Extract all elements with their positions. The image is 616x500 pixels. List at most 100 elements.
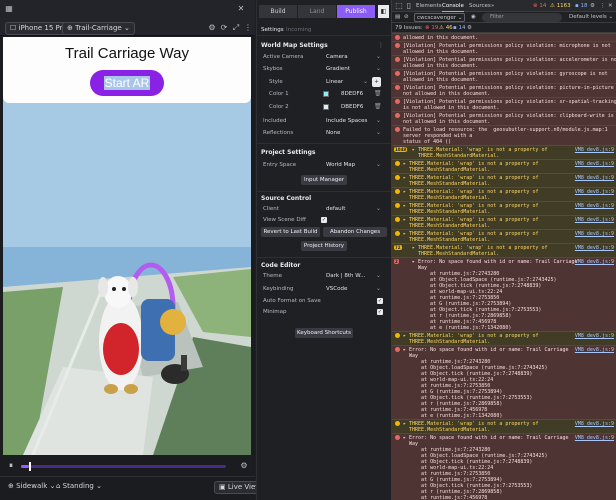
reflections-select[interactable]: None	[326, 130, 340, 136]
panel-toggle-icon[interactable]: ◧	[378, 5, 389, 18]
grid-icon[interactable]: ▦	[4, 4, 14, 14]
eye-icon[interactable]: ◉	[471, 12, 476, 23]
console-source-link[interactable]: VM8 dev8.js:9	[575, 189, 614, 195]
console-warning-message[interactable]: ▸ THREE.Material: 'wrap' is not a proper…	[392, 419, 616, 433]
console-source-link[interactable]: VM8 dev8.js:9	[575, 421, 614, 427]
tab-settings[interactable]: Settings	[261, 27, 284, 33]
console-source-link[interactable]: VM8 dev8.js:9	[575, 435, 614, 441]
settings-icon[interactable]: ⚙	[590, 0, 595, 12]
more-icon[interactable]: ⋮	[600, 0, 606, 12]
sidebar-toggle-icon[interactable]: ▤	[395, 12, 400, 23]
context-select[interactable]: cwcscavenger ⌄	[414, 13, 466, 22]
keyboard-shortcuts-button[interactable]: Keyboard Shortcuts	[295, 328, 353, 338]
entry-space-select[interactable]: World Map	[326, 162, 355, 168]
console-source-link[interactable]: VM8 dev8.js:9	[575, 245, 614, 251]
auto-format-checkbox[interactable]: ✓	[377, 298, 383, 304]
rotate-icon[interactable]: ⟳	[219, 23, 229, 33]
tab-elements[interactable]: Elements	[416, 0, 442, 12]
tab-build[interactable]: Build	[259, 5, 297, 18]
console-source-link[interactable]: VM8 dev8.js:9	[575, 231, 614, 237]
console-error-message[interactable]: [Violation] Potential permissions policy…	[392, 97, 616, 111]
info-count-badge[interactable]: ▪ 18	[575, 0, 587, 12]
console-warning-message[interactable]: ▸ THREE.Material: 'wrap' is not a proper…	[392, 201, 616, 215]
console-warning-message[interactable]: 72 ▸ THREE.Material: 'wrap' is not a prop…	[392, 243, 616, 257]
inspect-icon[interactable]: ⬚	[394, 1, 404, 11]
phone-viewport[interactable]: Trail Carriage Way Start AR	[3, 37, 251, 455]
revert-button[interactable]: Revert to Last Build	[261, 227, 320, 237]
levels-select[interactable]: Default levels ⌄	[569, 12, 613, 23]
console-warning-message[interactable]: ▸ THREE.Material: 'wrap' is not a proper…	[392, 159, 616, 173]
console-error-message[interactable]: [Violation] Potential permissions policy…	[392, 111, 616, 125]
project-history-button[interactable]: Project History	[301, 241, 347, 251]
issues-row[interactable]: 79 Issues: ⊗ 19 ⚠ 46 ▪ 14 ⚙	[392, 23, 616, 33]
console-error-message[interactable]: allowed in this document.	[392, 33, 616, 41]
close-icon[interactable]: ✕	[236, 4, 246, 14]
console-source-link[interactable]: VM8 dev8.js:9	[575, 259, 614, 265]
trash-icon[interactable]: 🗑	[374, 90, 382, 97]
console-error-message[interactable]: ▸ Error: No space found with id or name:…	[392, 433, 616, 500]
timeline-slider[interactable]	[21, 462, 226, 471]
clear-console-icon[interactable]: ⊘	[404, 12, 409, 23]
keybinding-select[interactable]: VSCode	[326, 286, 347, 292]
console-source-link[interactable]: VM8 dev8.js:9	[575, 175, 614, 181]
trash-icon[interactable]: 🗑	[374, 103, 382, 110]
console-source-link[interactable]: VM8 dev8.js:9	[575, 147, 614, 153]
start-ar-button[interactable]: Start AR	[90, 70, 164, 96]
space-select[interactable]: ⊕ Trail-Carriage ⌄	[62, 22, 135, 35]
console-warning-message[interactable]: 1048 ▸ THREE.Material: 'wrap' is not a pr…	[392, 145, 616, 159]
input-manager-button[interactable]: Input Manager	[301, 175, 347, 185]
console-source-link[interactable]: VM8 dev8.js:9	[575, 347, 614, 353]
tab-incoming[interactable]: Incoming	[286, 27, 311, 33]
settings-icon[interactable]: ⚙	[207, 23, 217, 33]
color2-swatch[interactable]	[323, 104, 329, 110]
console-warning-message[interactable]: ▸ THREE.Material: 'wrap' is not a proper…	[392, 229, 616, 243]
filter-input[interactable]: Filter	[482, 13, 562, 22]
skybox-select[interactable]: Gradient	[326, 66, 350, 72]
expand-icon[interactable]: ⤢	[231, 23, 241, 33]
close-icon[interactable]: ✕	[608, 0, 613, 12]
standing-select[interactable]: ⌂ Standing ⌄	[52, 481, 106, 494]
tab-publish[interactable]: Publish	[337, 5, 375, 18]
console-error-message[interactable]: [Violation] Potential permissions policy…	[392, 55, 616, 69]
timeline-knob[interactable]	[29, 462, 32, 471]
pause-icon[interactable]: ⏸	[6, 461, 16, 471]
color1-value[interactable]: 8DEDF6	[341, 91, 363, 97]
add-icon[interactable]: +	[372, 77, 381, 87]
error-count-badge[interactable]: ⊗ 14	[533, 0, 546, 12]
active-camera-select[interactable]: Camera	[326, 54, 348, 60]
settings-icon[interactable]: ⚙	[467, 23, 472, 33]
console-source-link[interactable]: VM8 dev8.js:9	[575, 203, 614, 209]
included-select[interactable]: Include Spaces	[326, 118, 367, 124]
style-select[interactable]: Linear	[326, 79, 343, 85]
more-tabs-icon[interactable]: »	[491, 0, 494, 12]
console-error-message[interactable]: [Violation] Potential permissions policy…	[392, 69, 616, 83]
console-error-message[interactable]: ▸ Error: No space found with id or name:…	[392, 345, 616, 419]
console-error-message[interactable]: Failed to load resource: the geosubutler…	[392, 125, 616, 145]
more-icon[interactable]: ⋮	[378, 42, 384, 49]
console-warning-message[interactable]: ▸ THREE.Material: 'wrap' is not a proper…	[392, 331, 616, 345]
console-warning-message[interactable]: ▸ THREE.Material: 'wrap' is not a proper…	[392, 187, 616, 201]
settings-icon[interactable]: ⚙	[239, 461, 249, 471]
color2-value[interactable]: DBEDF6	[341, 104, 363, 110]
console-source-link[interactable]: VM8 dev8.js:9	[575, 161, 614, 167]
console-error-message[interactable]: [Violation] Potential permissions policy…	[392, 83, 616, 97]
abandon-changes-button[interactable]: Abandon Changes	[323, 227, 387, 237]
console-warning-message[interactable]: ▸ THREE.Material: 'wrap' is not a proper…	[392, 173, 616, 187]
warning-count-badge[interactable]: ⚠ 1163	[550, 0, 571, 12]
view-scene-diff-checkbox[interactable]: ✓	[321, 217, 327, 223]
color1-swatch[interactable]	[323, 91, 329, 97]
tab-sources[interactable]: Sources	[469, 0, 491, 12]
theme-select[interactable]: Dark | 8th W...	[326, 273, 365, 279]
more-icon[interactable]: ⋮	[243, 23, 253, 33]
device-icon[interactable]: ▯	[404, 1, 414, 11]
tab-console[interactable]: Console	[442, 0, 464, 12]
console-source-link[interactable]: VM8 dev8.js:9	[575, 333, 614, 339]
client-select[interactable]: default	[326, 206, 345, 212]
console-source-link[interactable]: VM8 dev8.js:9	[575, 217, 614, 223]
tab-land[interactable]: Land	[298, 5, 336, 18]
console-error-message[interactable]: 2 ▸ Error: No space found with id or name…	[392, 257, 616, 331]
console-error-message[interactable]: [Violation] Potential permissions policy…	[392, 41, 616, 55]
console-message-text: [Violation] Potential permissions policy…	[403, 43, 611, 55]
minimap-checkbox[interactable]: ✓	[377, 309, 383, 315]
console-warning-message[interactable]: ▸ THREE.Material: 'wrap' is not a proper…	[392, 215, 616, 229]
